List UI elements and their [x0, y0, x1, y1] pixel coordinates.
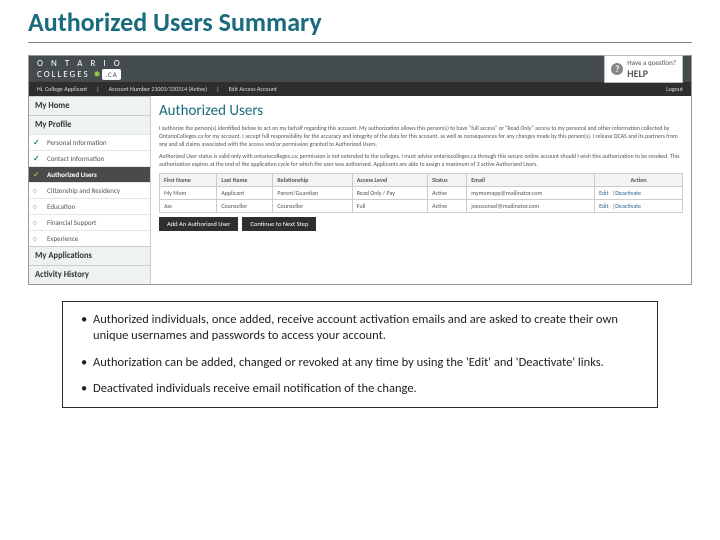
logo[interactable]: O N T A R I O COLLEGES ●.CA — [37, 59, 123, 79]
nav-education[interactable]: Education — [29, 198, 150, 214]
logo-line2: COLLEGES — [37, 69, 90, 80]
help-button[interactable]: ? Have a question? HELP — [604, 55, 683, 83]
page-heading: Authorized Users — [159, 102, 683, 120]
nav-personal-info[interactable]: Personal Information — [29, 134, 150, 150]
continue-next-step-button[interactable]: Continue to Next Step — [242, 217, 316, 231]
deactivate-link[interactable]: Deactivate — [615, 202, 641, 210]
sidebar: My Home My Profile Personal Information … — [29, 96, 151, 284]
topbar: O N T A R I O COLLEGES ●.CA ? Have a que… — [29, 56, 691, 82]
cell-fn: Joe — [160, 199, 217, 212]
th-relationship: Relationship — [273, 173, 352, 186]
nav-financial[interactable]: Financial Support — [29, 214, 150, 230]
cell-st: Active — [428, 186, 467, 199]
account-number: Account Number 21003/330314 (Active) — [109, 85, 207, 93]
nav-activity-history[interactable]: Activity History — [29, 265, 150, 284]
cell-lvl: Read Only / Pay — [352, 186, 427, 199]
nav-authorized-users[interactable]: Authorized Users — [29, 166, 150, 182]
table-row: Joe Counsellor Counsellor Full Active jo… — [160, 199, 683, 212]
th-email: Email — [467, 173, 595, 186]
edit-link[interactable]: Edit — [599, 189, 608, 197]
content: Authorized Users I authorize the person(… — [151, 96, 691, 284]
cell-lvl: Full — [352, 199, 427, 212]
nav-my-applications[interactable]: My Applications — [29, 246, 150, 265]
help-big: HELP — [627, 67, 676, 80]
nav-my-profile[interactable]: My Profile — [29, 115, 150, 134]
logout-link[interactable]: Logout — [666, 85, 683, 93]
subbar: Hi, College Applicant | Account Number 2… — [29, 82, 691, 96]
add-authorized-user-button[interactable]: Add An Authorized User — [159, 217, 238, 231]
cell-em: mymomapp@mailinator.com — [467, 186, 595, 199]
logo-line1: O N T A R I O — [37, 59, 123, 68]
edit-link[interactable]: Edit — [599, 202, 608, 210]
nav-experience[interactable]: Experience — [29, 230, 150, 246]
cell-ln: Applicant — [217, 186, 273, 199]
help-icon: ? — [611, 63, 623, 75]
cell-fn: My Mom — [160, 186, 217, 199]
app-screenshot: O N T A R I O COLLEGES ●.CA ? Have a que… — [28, 55, 692, 285]
help-small: Have a question? — [627, 58, 676, 67]
nav-citizenship[interactable]: Citizenship and Residency — [29, 182, 150, 198]
deactivate-link[interactable]: Deactivate — [615, 189, 641, 197]
th-accesslevel: Access Level — [352, 173, 427, 186]
cell-ln: Counsellor — [217, 199, 273, 212]
greeting: Hi, College Applicant — [37, 85, 87, 93]
title-rule — [28, 42, 692, 43]
bullet-3: Deactivated individuals receive email no… — [81, 381, 639, 397]
cell-rel: Parent/Guardian — [273, 186, 352, 199]
th-lastname: Last Name — [217, 173, 273, 186]
table-header-row: First Name Last Name Relationship Access… — [160, 173, 683, 186]
authorized-users-table: First Name Last Name Relationship Access… — [159, 173, 683, 213]
nav-my-home[interactable]: My Home — [29, 96, 150, 115]
slide-title: Authorized Users Summary — [28, 6, 692, 38]
bullet-2: Authorization can be added, changed or r… — [81, 355, 639, 371]
cell-rel: Counsellor — [273, 199, 352, 212]
logo-ca: .CA — [102, 69, 120, 80]
bullet-1: Authorized individuals, once added, rece… — [81, 312, 639, 345]
edit-access-link[interactable]: Edit Access Account — [229, 85, 277, 93]
auth-para-2: Authorized User status is valid only wit… — [159, 152, 683, 168]
auth-para-1: I authorize the person(s) identified bel… — [159, 124, 683, 148]
cell-em: joecounsel@mailinator.com — [467, 199, 595, 212]
th-firstname: First Name — [160, 173, 217, 186]
cell-st: Active — [428, 199, 467, 212]
th-status: Status — [428, 173, 467, 186]
table-row: My Mom Applicant Parent/Guardian Read On… — [160, 186, 683, 199]
th-action: Action — [595, 173, 683, 186]
summary-callout: Authorized individuals, once added, rece… — [62, 301, 658, 408]
nav-contact-info[interactable]: Contact Information — [29, 150, 150, 166]
